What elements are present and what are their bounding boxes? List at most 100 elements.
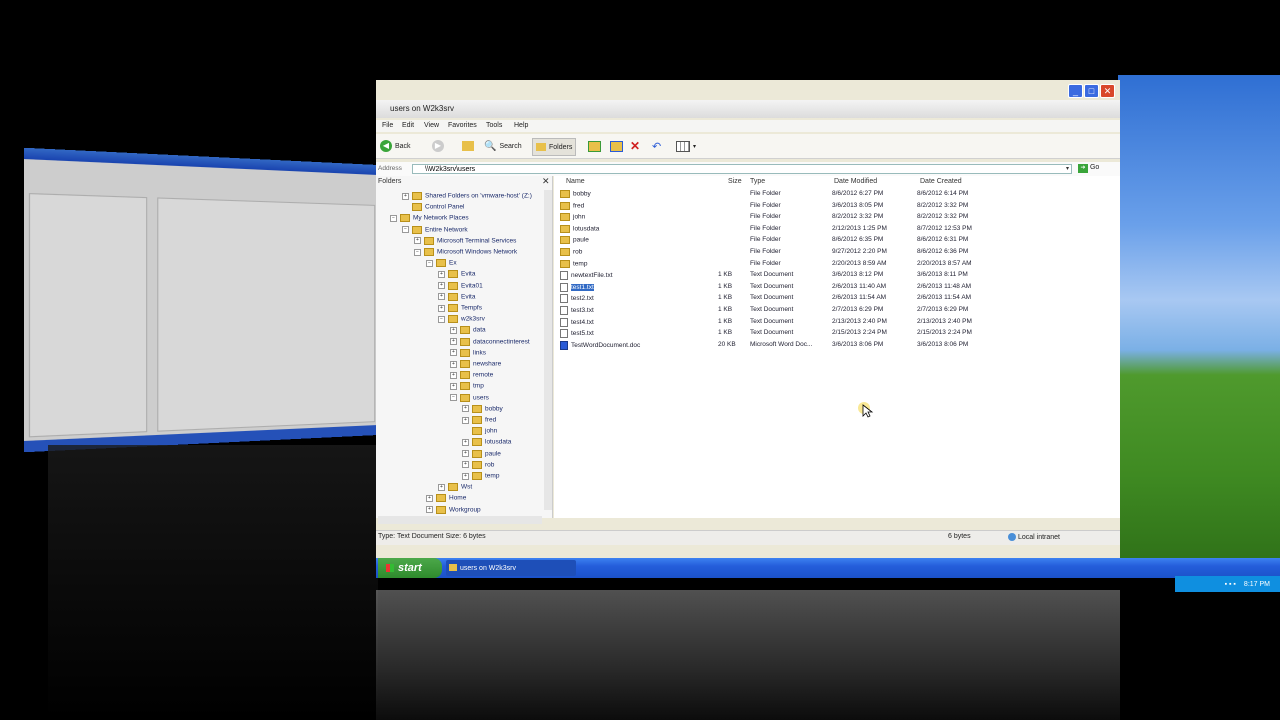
- expand-toggle-icon[interactable]: +: [462, 461, 469, 469]
- tree-item[interactable]: + Shared Folders on 'vmware-host' (Z:): [402, 192, 532, 200]
- tree-item[interactable]: john: [462, 427, 497, 436]
- tree-item[interactable]: − w2k3srv: [438, 315, 485, 324]
- file-row[interactable]: bobby File Folder 8/6/2012 6:27 PM 8/6/2012…: [560, 190, 1116, 202]
- expand-toggle-icon[interactable]: −: [450, 394, 457, 402]
- expand-toggle-icon[interactable]: +: [450, 360, 457, 368]
- tree-item[interactable]: + Evita: [438, 270, 475, 279]
- tree-item[interactable]: + temp: [462, 472, 499, 480]
- search-button[interactable]: 🔍 Search: [484, 138, 522, 154]
- expand-toggle-icon[interactable]: +: [450, 382, 457, 390]
- tree-item[interactable]: + lotusdata: [462, 438, 511, 447]
- maximize-button[interactable]: □: [1084, 84, 1099, 98]
- tree-item[interactable]: − users: [450, 393, 489, 402]
- file-row[interactable]: test3.txt 1 KB Text Document 2/7/2013 6:29 …: [560, 306, 1116, 318]
- column-type[interactable]: Type: [750, 178, 765, 185]
- undo-button[interactable]: ↶: [652, 138, 661, 154]
- move-to-button[interactable]: [588, 138, 601, 154]
- tree-item[interactable]: + remote: [450, 371, 493, 380]
- column-name[interactable]: Name: [566, 178, 585, 185]
- expand-toggle-icon[interactable]: +: [462, 438, 469, 446]
- address-input[interactable]: \\W2k3srv\users: [412, 164, 1072, 174]
- expand-toggle-icon[interactable]: −: [390, 214, 397, 222]
- expand-toggle-icon[interactable]: +: [414, 237, 421, 245]
- address-dropdown-icon[interactable]: ▾: [1066, 165, 1069, 172]
- expand-toggle-icon[interactable]: +: [426, 506, 433, 514]
- file-row[interactable]: paule File Folder 8/6/2012 6:35 PM 8/6/2012…: [560, 236, 1116, 248]
- expand-toggle-icon[interactable]: −: [426, 259, 433, 267]
- tree-item[interactable]: − Entire Network: [402, 225, 468, 234]
- start-button[interactable]: start: [378, 558, 442, 578]
- folders-button[interactable]: Folders: [532, 138, 577, 156]
- expand-toggle-icon[interactable]: +: [438, 304, 445, 312]
- file-row[interactable]: fred File Folder 3/6/2013 8:05 PM 8/2/2012 …: [560, 201, 1116, 214]
- tree-item[interactable]: + tmp: [450, 382, 484, 391]
- tree-item[interactable]: − Microsoft Windows Network: [414, 248, 517, 256]
- tree-item[interactable]: + Evita01: [438, 281, 483, 290]
- folders-pane-close-button[interactable]: ✕: [542, 176, 550, 187]
- taskbar-window-button[interactable]: users on W2k3srv: [446, 560, 576, 576]
- tree-item[interactable]: + Workgroup: [426, 505, 481, 514]
- expand-toggle-icon[interactable]: +: [438, 270, 445, 278]
- title-bar[interactable]: [376, 100, 1120, 118]
- views-button[interactable]: ▾: [676, 138, 696, 154]
- tree-item[interactable]: Control Panel: [402, 203, 464, 212]
- tree-item[interactable]: + bobby: [462, 404, 503, 413]
- tree-horizontal-scrollbar[interactable]: [378, 516, 542, 524]
- file-row[interactable]: temp File Folder 2/20/2013 8:59 AM 2/20/201…: [560, 259, 1116, 272]
- expand-toggle-icon[interactable]: +: [426, 494, 433, 502]
- file-row[interactable]: rob File Folder 9/27/2012 2:20 PM 8/6/2012 …: [560, 248, 1116, 260]
- tree-item[interactable]: + Evita: [438, 292, 475, 301]
- close-button[interactable]: ✕: [1100, 84, 1115, 98]
- file-row[interactable]: test2.txt 1 KB Text Document 2/6/2013 11:54…: [560, 294, 1116, 306]
- tree-item[interactable]: + fred: [462, 416, 496, 424]
- menu-view[interactable]: View: [424, 122, 439, 129]
- menu-edit[interactable]: Edit: [402, 122, 414, 129]
- expand-toggle-icon[interactable]: +: [462, 472, 469, 480]
- expand-toggle-icon[interactable]: +: [450, 326, 457, 334]
- copy-to-button[interactable]: [610, 138, 623, 154]
- file-row[interactable]: test4.txt 1 KB Text Document 2/13/2013 2:40…: [560, 317, 1116, 330]
- tree-item[interactable]: + Wst: [438, 483, 472, 492]
- minimize-button[interactable]: _: [1068, 84, 1083, 98]
- column-size[interactable]: Size: [728, 178, 742, 185]
- expand-toggle-icon[interactable]: +: [462, 450, 469, 458]
- menu-help[interactable]: Help: [514, 122, 528, 129]
- expand-toggle-icon[interactable]: −: [402, 226, 409, 234]
- back-button[interactable]: ◀ Back: [380, 138, 411, 154]
- tree-item[interactable]: + dataconnectinterest: [450, 337, 530, 346]
- tree-item[interactable]: + rob: [462, 460, 494, 469]
- tree-item[interactable]: − Ex: [426, 259, 457, 268]
- expand-toggle-icon[interactable]: +: [462, 405, 469, 413]
- menu-file[interactable]: File: [382, 122, 393, 129]
- tree-item[interactable]: + Home: [426, 494, 466, 503]
- forward-button[interactable]: ▶: [432, 138, 444, 154]
- expand-toggle-icon[interactable]: +: [438, 293, 445, 301]
- tree-item[interactable]: + paule: [462, 449, 501, 458]
- expand-toggle-icon[interactable]: +: [438, 282, 445, 290]
- expand-toggle-icon[interactable]: +: [462, 416, 469, 424]
- column-date-modified[interactable]: Date Modified: [834, 178, 877, 185]
- tree-item[interactable]: + data: [450, 326, 486, 335]
- expand-toggle-icon[interactable]: −: [414, 248, 421, 256]
- tree-item[interactable]: + newshare: [450, 360, 501, 368]
- go-button[interactable]: ➜ Go: [1078, 164, 1099, 173]
- delete-button[interactable]: ✕: [630, 138, 640, 154]
- tree-item[interactable]: − My Network Places: [390, 214, 469, 223]
- file-row[interactable]: test1.txt 1 KB Text Document 2/6/2013 11:40…: [560, 282, 1116, 295]
- file-row[interactable]: test5.txt 1 KB Text Document 2/15/2013 2:24…: [560, 329, 1116, 341]
- expand-toggle-icon[interactable]: +: [450, 338, 457, 346]
- expand-toggle-icon[interactable]: +: [438, 483, 445, 491]
- file-row[interactable]: TestWordDocument.doc 20 KB Microsoft Word …: [560, 340, 1116, 353]
- expand-toggle-icon[interactable]: +: [450, 371, 457, 379]
- file-row[interactable]: john File Folder 8/2/2012 3:32 PM 8/2/2012 …: [560, 213, 1116, 225]
- menu-favorites[interactable]: Favorites: [448, 122, 477, 129]
- column-date-created[interactable]: Date Created: [920, 178, 962, 185]
- expand-toggle-icon[interactable]: −: [438, 315, 445, 323]
- expand-toggle-icon[interactable]: +: [402, 192, 409, 200]
- up-folder-button[interactable]: [462, 138, 474, 154]
- file-row[interactable]: lotusdata File Folder 2/12/2013 1:25 PM 8/7…: [560, 224, 1116, 237]
- file-row[interactable]: newtextFile.txt 1 KB Text Document 3/6/2013…: [560, 271, 1116, 283]
- expand-toggle-icon[interactable]: +: [450, 349, 457, 357]
- tree-item[interactable]: + links: [450, 348, 486, 357]
- tree-item[interactable]: + Tempfs: [438, 304, 482, 312]
